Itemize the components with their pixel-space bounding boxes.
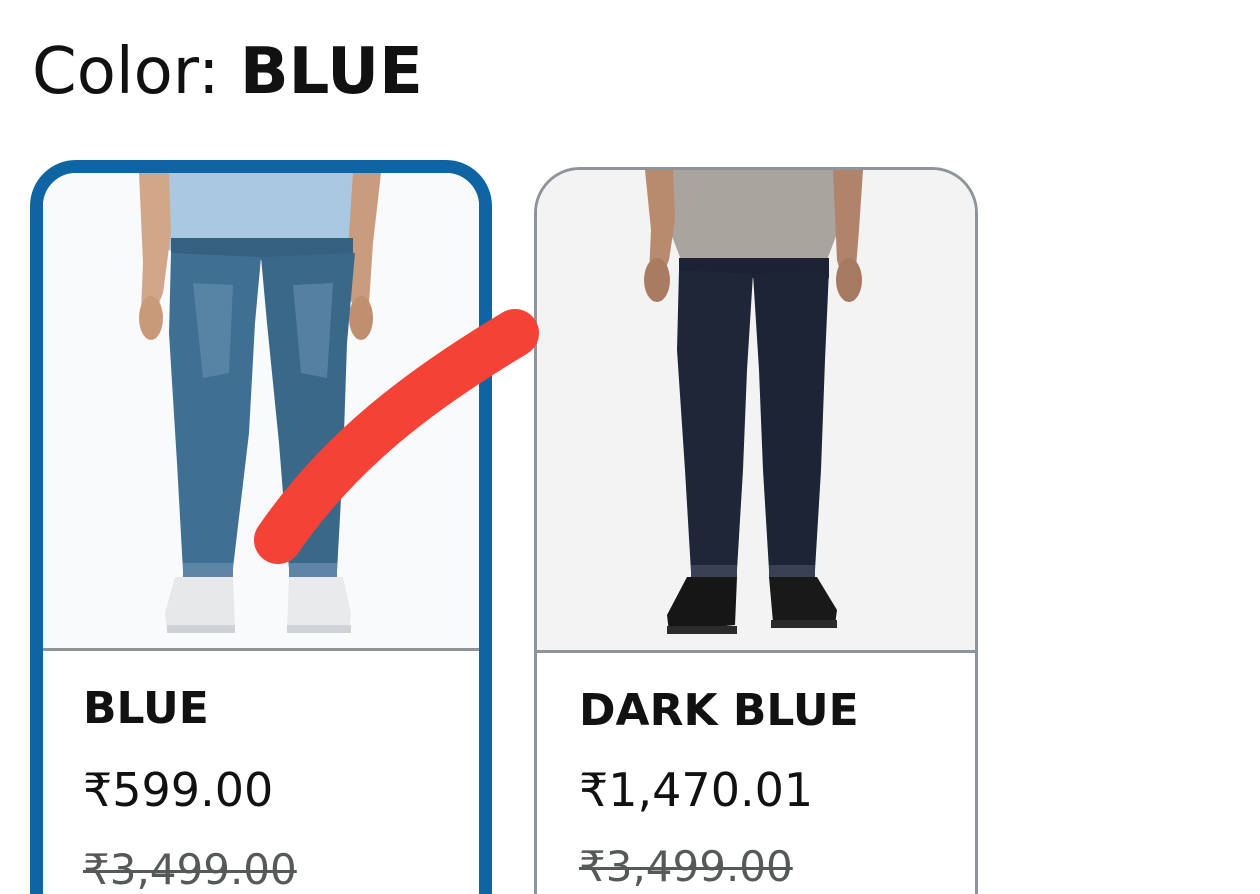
swatch-label: DARK BLUE [579, 685, 859, 736]
selected-color-value: BLUE [239, 35, 423, 109]
color-swatch-blue[interactable]: BLUE ₹599.00 ₹3,499.00 [30, 160, 492, 894]
swatch-price: ₹599.00 [83, 763, 274, 817]
color-label: Color: [32, 35, 220, 109]
swatch-mrp: ₹3,499.00 [579, 842, 793, 891]
dark-blue-jeans-image [537, 170, 975, 650]
product-image-blue [43, 173, 479, 648]
color-heading: Color: BLUE [32, 30, 423, 114]
swatch-label: BLUE [83, 683, 209, 734]
color-variant-page: Color: BLUE BLUE ₹599.00 ₹3,499.00 DARK … [0, 0, 1260, 894]
swatch-divider [537, 650, 975, 653]
product-image-dark-blue [537, 170, 975, 650]
swatch-mrp: ₹3,499.00 [83, 845, 297, 894]
swatch-divider [43, 648, 479, 651]
swatch-price: ₹1,470.01 [579, 763, 814, 817]
color-swatch-dark-blue[interactable]: DARK BLUE ₹1,470.01 ₹3,499.00 [534, 167, 978, 894]
blue-jeans-image [43, 173, 479, 648]
